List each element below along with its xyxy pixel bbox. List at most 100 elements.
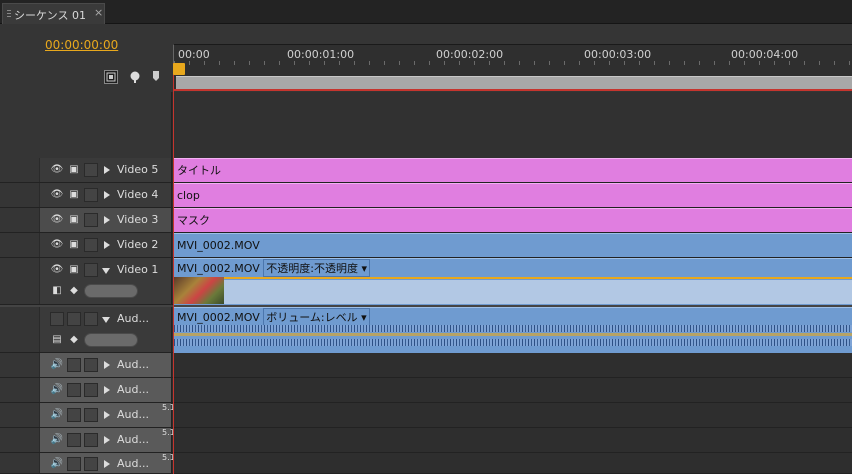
speaker-icon[interactable]: 🔊 xyxy=(50,408,64,422)
track-video-1: 👁 ▣ Video 1 ◧ ◆ MVI_0002.MOV 不透明度:不透明度 ▾ xyxy=(0,258,852,305)
marker-icon[interactable] xyxy=(128,70,142,84)
lock-toggle[interactable] xyxy=(84,163,98,177)
track-name: Video 1 xyxy=(117,263,159,276)
tab-title: シーケンス 01 xyxy=(14,9,86,22)
expand-icon[interactable] xyxy=(104,216,110,224)
track-name: Video 5 xyxy=(117,163,159,176)
speaker-icon[interactable]: 🔊 xyxy=(50,383,64,397)
effect-label: ボリューム:レベル xyxy=(266,311,358,324)
playhead-handle[interactable] xyxy=(173,63,185,75)
track-header: 🔊 Aud... 5.1 xyxy=(0,453,175,473)
tab-sequence-01[interactable]: シーケンス 01 × xyxy=(2,3,105,24)
keyframe-icon[interactable]: ◆ xyxy=(67,333,81,347)
clip-mvi-0002[interactable]: MVI_0002.MOV xyxy=(174,233,852,257)
lock-toggle[interactable] xyxy=(84,383,98,397)
lock-toggle[interactable] xyxy=(84,188,98,202)
track-name: Video 4 xyxy=(117,188,159,201)
sync-toggle[interactable] xyxy=(67,408,81,422)
track-name: Aud... xyxy=(117,433,149,446)
sync-toggle[interactable] xyxy=(67,457,81,471)
lock-toggle[interactable] xyxy=(84,213,98,227)
eye-icon[interactable]: 👁 xyxy=(50,163,64,177)
render-bar xyxy=(173,89,852,91)
lock-toggle[interactable] xyxy=(84,312,98,326)
lock-toggle[interactable] xyxy=(84,263,98,277)
lock-toggle[interactable] xyxy=(84,238,98,252)
speaker-icon[interactable]: 🔊 xyxy=(50,433,64,447)
close-icon[interactable]: × xyxy=(94,6,103,19)
waveform-left xyxy=(174,325,852,332)
expand-icon[interactable] xyxy=(104,191,110,199)
track-name: Aud... xyxy=(117,408,149,421)
expand-icon[interactable] xyxy=(104,386,110,394)
track-audio-3: 🔊 Aud... xyxy=(0,378,852,403)
ruler-tick-label: 00:00:01:00 xyxy=(287,48,355,61)
speaker-toggle[interactable] xyxy=(50,312,64,326)
camera-icon[interactable]: ▣ xyxy=(67,263,81,277)
track-header: 🔊 Aud... 5.1 xyxy=(0,403,175,427)
track-name: Video 3 xyxy=(117,213,159,226)
keyframe-navigator[interactable] xyxy=(84,333,138,347)
eye-icon[interactable]: 👁 xyxy=(50,213,64,227)
lock-toggle[interactable] xyxy=(84,433,98,447)
sync-toggle[interactable] xyxy=(67,312,81,326)
work-area-bar[interactable] xyxy=(176,76,852,89)
clip-mvi-0002-video-1[interactable]: MVI_0002.MOV 不透明度:不透明度 ▾ xyxy=(174,258,852,305)
track-audio-4: 🔊 Aud... 5.1 xyxy=(0,403,852,428)
snap-toggle-icon[interactable] xyxy=(104,70,118,84)
eye-icon[interactable]: 👁 xyxy=(50,263,64,277)
ruler-tick-label: 00:00 xyxy=(178,48,210,61)
expand-icon[interactable] xyxy=(104,411,110,419)
track-name: Aud... xyxy=(117,312,149,325)
empty-track-area xyxy=(173,92,852,158)
speaker-icon[interactable]: 🔊 xyxy=(50,358,64,372)
ruler-tick-label: 00:00:03:00 xyxy=(584,48,652,61)
expand-icon[interactable] xyxy=(104,241,110,249)
camera-icon[interactable]: ▣ xyxy=(67,238,81,252)
eye-icon[interactable]: 👁 xyxy=(50,238,64,252)
track-name: Aud... xyxy=(117,358,149,371)
add-marker-icon[interactable] xyxy=(151,70,165,84)
expand-icon[interactable] xyxy=(104,361,110,369)
track-video-5: 👁 ▣ Video 5 タイトル xyxy=(0,158,852,183)
speaker-icon[interactable]: 🔊 xyxy=(50,457,64,471)
waveform-icon[interactable]: ▤ xyxy=(50,333,64,347)
lock-toggle[interactable] xyxy=(84,457,98,471)
effect-dropdown[interactable]: ボリューム:レベル ▾ xyxy=(263,308,370,326)
clip-mask[interactable]: マスク xyxy=(174,208,852,232)
clip-name: MVI_0002.MOV xyxy=(177,311,260,324)
grip-icon[interactable] xyxy=(7,10,11,19)
tab-bar: シーケンス 01 × xyxy=(0,0,852,24)
collapse-icon[interactable] xyxy=(102,317,110,323)
track-audio-5: 🔊 Aud... 5.1 xyxy=(0,428,852,453)
display-style-icon[interactable]: ◧ xyxy=(50,284,64,298)
sync-toggle[interactable] xyxy=(67,433,81,447)
collapse-icon[interactable] xyxy=(102,268,110,274)
track-video-3: 👁 ▣ Video 3 マスク xyxy=(0,208,852,233)
clip-title[interactable]: タイトル xyxy=(174,158,852,182)
lock-toggle[interactable] xyxy=(84,408,98,422)
camera-icon[interactable]: ▣ xyxy=(67,188,81,202)
expand-icon[interactable] xyxy=(104,436,110,444)
expand-icon[interactable] xyxy=(104,460,110,468)
track-video-2: 👁 ▣ Video 2 MVI_0002.MOV xyxy=(0,233,852,258)
camera-icon[interactable]: ▣ xyxy=(67,163,81,177)
track-audio-6: 🔊 Aud... 5.1 xyxy=(0,453,852,474)
track-name: Aud... xyxy=(117,383,149,396)
effect-label: 不透明度:不透明度 xyxy=(266,262,358,275)
sync-toggle[interactable] xyxy=(67,383,81,397)
camera-icon[interactable]: ▣ xyxy=(67,213,81,227)
keyframe-navigator[interactable] xyxy=(84,284,138,298)
clip-clop[interactable]: clop xyxy=(174,183,852,207)
lock-toggle[interactable] xyxy=(84,358,98,372)
current-timecode[interactable]: 00:00:00:00 xyxy=(45,38,118,52)
opacity-rubberband[interactable] xyxy=(174,277,852,279)
timeline-panel: シーケンス 01 × 00:00:00:00 00:00 00:00:01:00… xyxy=(0,0,852,474)
keyframe-icon[interactable]: ◆ xyxy=(67,284,81,298)
effect-dropdown[interactable]: 不透明度:不透明度 ▾ xyxy=(263,259,370,277)
volume-rubberband[interactable] xyxy=(174,333,852,336)
eye-icon[interactable]: 👁 xyxy=(50,188,64,202)
clip-body xyxy=(174,280,852,304)
sync-toggle[interactable] xyxy=(67,358,81,372)
expand-icon[interactable] xyxy=(104,166,110,174)
